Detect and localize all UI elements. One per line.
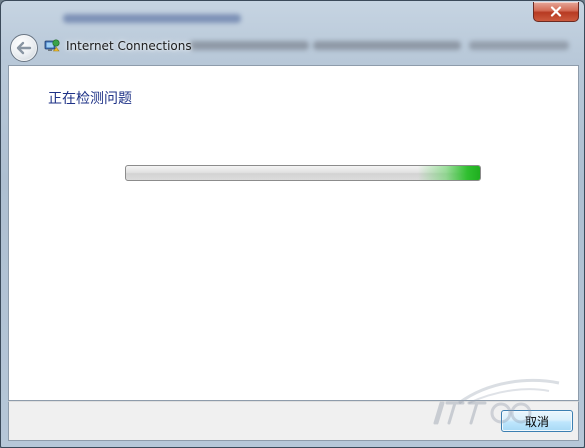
glass-blur xyxy=(313,41,461,50)
glass-blur xyxy=(469,41,569,50)
cancel-button[interactable]: 取消 xyxy=(501,410,573,432)
close-icon xyxy=(550,6,562,17)
glass-blur xyxy=(189,41,309,50)
network-troubleshooter-icon xyxy=(44,39,60,52)
status-heading: 正在检测问题 xyxy=(48,91,132,107)
content-panel: 正在检测问题 xyxy=(8,65,579,401)
glass-blur xyxy=(63,14,241,23)
progress-bar xyxy=(125,165,481,181)
progress-glow xyxy=(418,166,480,180)
footer-bar: 取消 xyxy=(8,401,579,441)
troubleshooter-window: Internet Connections 正在检测问题 取消 xyxy=(0,0,585,448)
back-button[interactable] xyxy=(10,34,38,62)
close-button[interactable] xyxy=(533,2,579,22)
back-arrow-icon xyxy=(16,41,32,55)
wizard-title: Internet Connections xyxy=(66,39,192,53)
